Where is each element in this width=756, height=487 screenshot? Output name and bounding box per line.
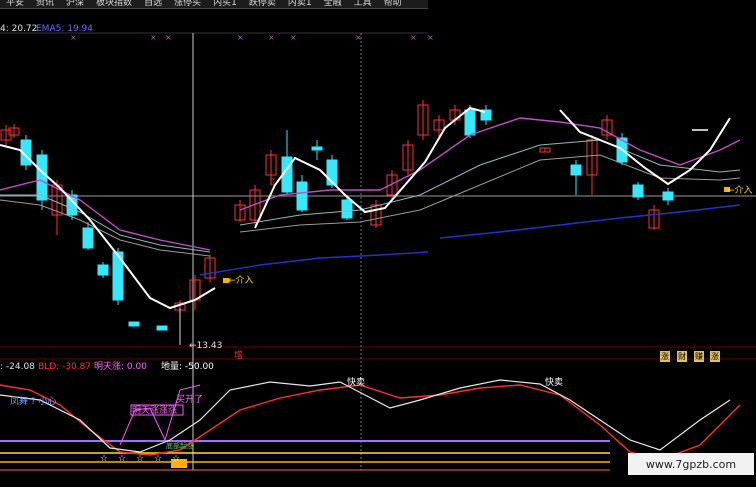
marker-x-2: × (165, 33, 172, 42)
buy-signal-icon-0: ☆ (100, 454, 108, 464)
candle-body-31 (570, 164, 582, 176)
buy-signal-icon-4: ☆ (172, 454, 180, 464)
candle-body-9 (128, 321, 140, 327)
trend-line-white-left (0, 144, 216, 310)
candle-body-21 (341, 199, 353, 219)
lower-value-1: : -24.08 (0, 362, 35, 372)
ma-line-blue-right (439, 204, 741, 239)
buy-signal-icon-3: ☆ (154, 454, 162, 464)
ema-label: EMA5: 19.94 (36, 24, 93, 34)
candle-body-19 (311, 146, 323, 151)
marker-x-1: × (150, 33, 157, 42)
marker-x-3: × (237, 33, 244, 42)
fengwu-label: 凤舞 ? 小心 (10, 397, 57, 407)
quick-sell-label-1: 快卖 (347, 378, 366, 388)
candle-body-37 (662, 191, 674, 201)
zeng-label: 增 (234, 351, 244, 361)
mingtian-zhang-label: 明天涨涨涨 (132, 406, 178, 416)
buy-signal-icon-2: ☆ (136, 454, 144, 464)
indicator-value: 4: 20.72 (0, 24, 38, 34)
marker-x-5: × (290, 33, 297, 42)
side-tag-4: 涨 (710, 351, 720, 362)
bld-label: BLD: -30.87 (38, 362, 92, 372)
mingtian-label: 明天涨: 0.00 (94, 362, 147, 372)
candle-body-18 (296, 181, 308, 211)
side-tag-3: 赚 (694, 351, 704, 362)
candle-body-7 (97, 264, 109, 276)
marker-x-7: × (410, 33, 417, 42)
candle-body-28 (464, 109, 476, 136)
oscillator-line-red (0, 384, 741, 461)
chart-canvas[interactable]: × × × × × × × × ×⇧☆ ☆ ☆ ☆ ☆ (0, 0, 756, 487)
side-tag-1: 涨 (660, 351, 670, 362)
entry-label-right: ←介入 (727, 186, 753, 196)
candle-body-35 (632, 184, 644, 198)
candle-body-3 (36, 154, 48, 201)
chart-app-window: 平安 资讯 沪深 板块指数 自选 涨停买 内买1 跌停卖 内卖1 全融 工具 帮… (0, 0, 756, 487)
candle-body-6 (82, 227, 94, 249)
low-price-label: ←13.43 (189, 341, 223, 351)
diliang-label: 地量: -50.00 (161, 362, 214, 372)
side-tag-2: 财 (677, 351, 687, 362)
buy-signal-icon-1: ☆ (118, 454, 126, 464)
marker-x-6: × (355, 33, 362, 42)
candle-body-10 (156, 325, 168, 331)
ma-line-blue-left (199, 251, 429, 276)
entry-label-left: ←介入 (228, 276, 254, 286)
quick-sell-label-2: 快卖 (545, 378, 564, 388)
watermark: www.7gpzb.com (628, 453, 754, 475)
marker-x-8: × (427, 33, 434, 42)
trend-line-white-far (559, 109, 731, 186)
up-arrow-icon: ⇧ (268, 177, 276, 188)
buy-open-label: 买开了 (176, 395, 204, 405)
bottom-rise-label: 底部起涨 (166, 442, 194, 450)
marker-x-4: × (268, 33, 275, 42)
